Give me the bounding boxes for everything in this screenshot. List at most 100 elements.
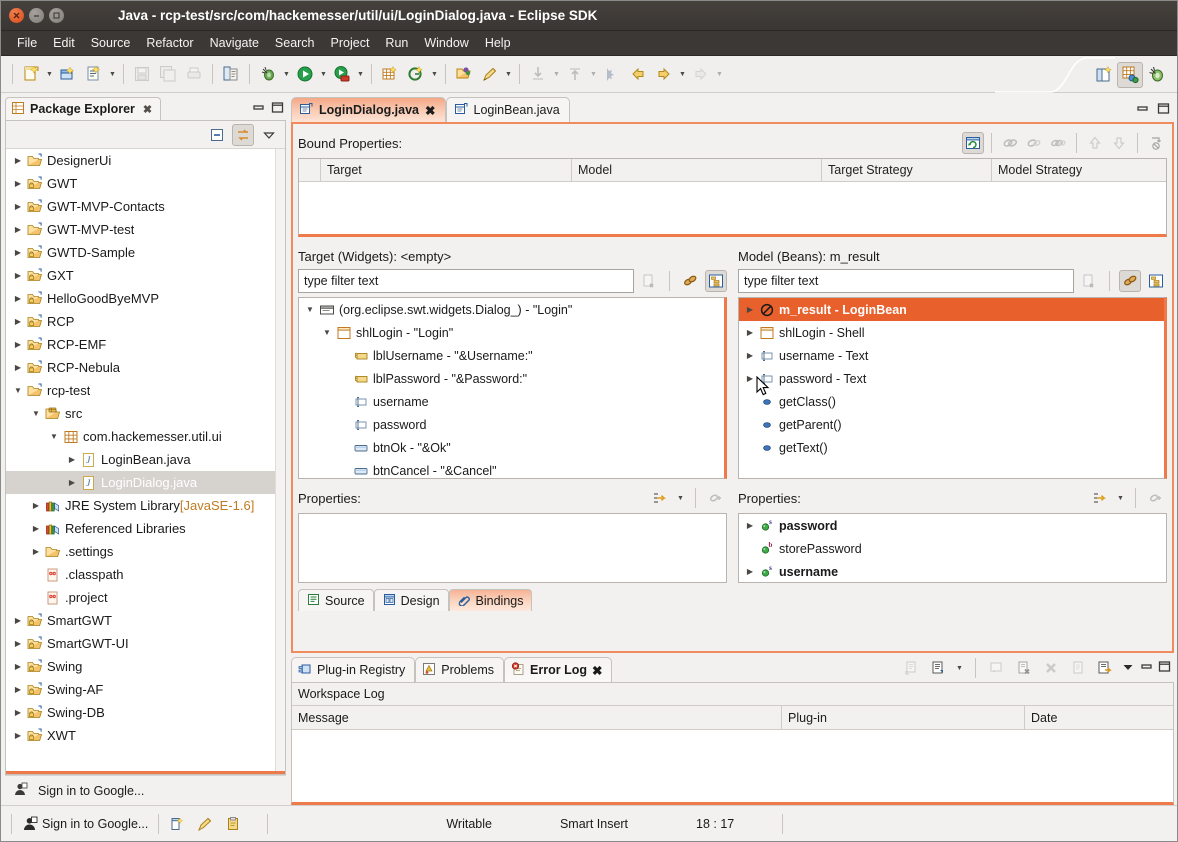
tree-item[interactable]: ▶ Swing: [6, 655, 285, 678]
model-tree-item[interactable]: getText(): [739, 436, 1164, 459]
filter-properties-dropdown-icon[interactable]: ▼: [675, 487, 686, 509]
tree-item[interactable]: ▶ HelloGoodByeMVP: [6, 287, 285, 310]
tree-item[interactable]: ▶ SmartGWT-UI: [6, 632, 285, 655]
expand-arrow-right-icon[interactable]: ▶: [10, 317, 26, 326]
target-widgets-tree[interactable]: ▼ (org.eclipse.swt.widgets.Dialog_) - "Lo…: [298, 297, 727, 479]
expand-arrow-down-icon[interactable]: ▼: [302, 305, 318, 314]
minimize-icon[interactable]: [252, 101, 265, 117]
close-icon[interactable]: ✖: [592, 663, 602, 678]
filter-properties-dropdown-icon[interactable]: ▼: [1115, 487, 1126, 509]
tree-item[interactable]: ▶ Swing-DB: [6, 701, 285, 724]
expand-arrow-right-icon[interactable]: ▶: [10, 616, 26, 625]
pencil-icon[interactable]: [197, 816, 213, 832]
debug-dropdown-icon[interactable]: ▼: [281, 63, 292, 85]
menu-file[interactable]: File: [9, 33, 45, 53]
tab-bindings[interactable]: Bindings: [448, 589, 533, 611]
menu-run[interactable]: Run: [377, 33, 416, 53]
debug-icon[interactable]: [256, 62, 280, 86]
bound-properties-col-target[interactable]: Target: [321, 159, 572, 181]
close-window-button[interactable]: [9, 8, 24, 23]
clipboard-icon[interactable]: [225, 816, 241, 832]
last-edit-location-icon[interactable]: [600, 62, 624, 86]
tree-item[interactable]: ▶ GWT-MVP-test: [6, 218, 285, 241]
import-log-dropdown-icon[interactable]: ▼: [954, 657, 965, 679]
model-property-item[interactable]: b storePassword: [739, 537, 1166, 560]
menu-search[interactable]: Search: [267, 33, 323, 53]
tree-item-selected[interactable]: ▶ J LoginDialog.java: [6, 471, 285, 494]
expand-arrow-right-icon[interactable]: ▶: [64, 478, 80, 487]
run-dropdown-icon[interactable]: ▼: [318, 63, 329, 85]
tab-package-explorer[interactable]: Package Explorer ✖: [5, 97, 162, 120]
new-java-package-2-icon[interactable]: [378, 62, 402, 86]
model-tree-item[interactable]: ▶ shlLogin - Shell: [739, 321, 1164, 344]
maximize-window-button[interactable]: [49, 8, 64, 23]
model-tree-item-selected[interactable]: ▶ m_result - LoginBean: [739, 298, 1164, 321]
tree-item[interactable]: ▶ GXT: [6, 264, 285, 287]
search-icon[interactable]: [478, 62, 502, 86]
expand-arrow-down-icon[interactable]: ▼: [10, 386, 26, 395]
back-icon[interactable]: [626, 62, 650, 86]
model-properties-list[interactable]: ▶ s password b storePassword ▶ s username: [738, 513, 1167, 583]
new-wizard-dropdown-icon[interactable]: ▼: [44, 63, 55, 85]
target-tree-item[interactable]: password: [299, 413, 724, 436]
expand-arrow-right-icon[interactable]: ▶: [742, 521, 758, 530]
run-last-tool-icon[interactable]: [330, 62, 354, 86]
minimize-icon[interactable]: [1136, 102, 1149, 118]
tab-error-log[interactable]: Error Log ✖: [504, 657, 613, 682]
expand-arrow-right-icon[interactable]: ▶: [28, 501, 44, 510]
expand-arrow-right-icon[interactable]: ▶: [64, 455, 80, 464]
expand-arrow-right-icon[interactable]: ▶: [10, 363, 26, 372]
bound-properties-col-target-strategy[interactable]: Target Strategy: [822, 159, 992, 181]
expand-arrow-right-icon[interactable]: ▶: [10, 294, 26, 303]
minimize-icon[interactable]: [1140, 660, 1153, 676]
tree-item[interactable]: ▶ J LoginBean.java: [6, 448, 285, 471]
tree-item[interactable]: ▶ SmartGWT: [6, 609, 285, 632]
debug-perspective-button[interactable]: [1144, 63, 1168, 87]
tree-item[interactable]: ▶ RCP-Nebula: [6, 356, 285, 379]
maximize-icon[interactable]: [1157, 102, 1170, 118]
expand-arrow-right-icon[interactable]: ▶: [10, 202, 26, 211]
expand-arrow-right-icon[interactable]: ▶: [10, 340, 26, 349]
signin-label[interactable]: Sign in to Google...: [38, 784, 144, 798]
tree-item[interactable]: .project: [6, 586, 285, 609]
expand-arrow-right-icon[interactable]: ▶: [10, 179, 26, 188]
tree-item[interactable]: ▼ com.hackemesser.util.ui: [6, 425, 285, 448]
new-snippet-icon[interactable]: [169, 816, 185, 832]
tree-item[interactable]: ▶ GWT: [6, 172, 285, 195]
target-tree-item[interactable]: ▼ shlLogin - "Login": [299, 321, 724, 344]
model-property-item[interactable]: ▶ s username: [739, 560, 1166, 582]
open-perspective-icon[interactable]: [1092, 63, 1116, 87]
expand-arrow-right-icon[interactable]: ▶: [10, 639, 26, 648]
target-tree-item[interactable]: username: [299, 390, 724, 413]
target-tree-item[interactable]: lblPassword - "&Password:": [299, 367, 724, 390]
tree-item[interactable]: ▼ rcp-test: [6, 379, 285, 402]
expand-arrow-right-icon[interactable]: ▶: [28, 524, 44, 533]
expand-arrow-right-icon[interactable]: ▶: [10, 731, 26, 740]
target-properties-list[interactable]: [298, 513, 727, 583]
model-tree-item[interactable]: getClass(): [739, 390, 1164, 413]
expand-arrow-right-icon[interactable]: ▶: [742, 351, 758, 360]
menu-source[interactable]: Source: [83, 33, 139, 53]
error-log-col-plugin[interactable]: Plug-in: [782, 706, 1025, 729]
bound-properties-col-model-strategy[interactable]: Model Strategy: [992, 159, 1166, 181]
show-advanced-properties-icon[interactable]: [679, 270, 701, 292]
toggle-mark-occurrences-icon[interactable]: [219, 62, 243, 86]
tree-item[interactable]: ▶ .settings: [6, 540, 285, 563]
forward-icon[interactable]: [652, 62, 676, 86]
tree-item[interactable]: .classpath: [6, 563, 285, 586]
expand-arrow-right-icon[interactable]: ▶: [742, 374, 758, 383]
view-menu-icon[interactable]: [1121, 660, 1135, 677]
run-icon[interactable]: [293, 62, 317, 86]
target-tree-item[interactable]: btnCancel - "&Cancel": [299, 459, 724, 478]
run-last-tool-dropdown-icon[interactable]: ▼: [355, 63, 366, 85]
maximize-icon[interactable]: [1158, 660, 1171, 676]
expand-arrow-down-icon[interactable]: ▼: [46, 432, 62, 441]
menu-refactor[interactable]: Refactor: [138, 33, 201, 53]
model-beans-tree[interactable]: ▶ m_result - LoginBean ▶ shlLogin - Shell ▶ u…: [738, 297, 1167, 479]
tab-logindialog-java[interactable]: LoginDialog.java ✖: [291, 97, 446, 122]
model-property-item[interactable]: ▶ s password: [739, 514, 1166, 537]
open-type-icon[interactable]: [452, 62, 476, 86]
close-icon[interactable]: ✖: [143, 103, 152, 116]
show-tree-icon[interactable]: [705, 270, 727, 292]
menu-help[interactable]: Help: [477, 33, 519, 53]
